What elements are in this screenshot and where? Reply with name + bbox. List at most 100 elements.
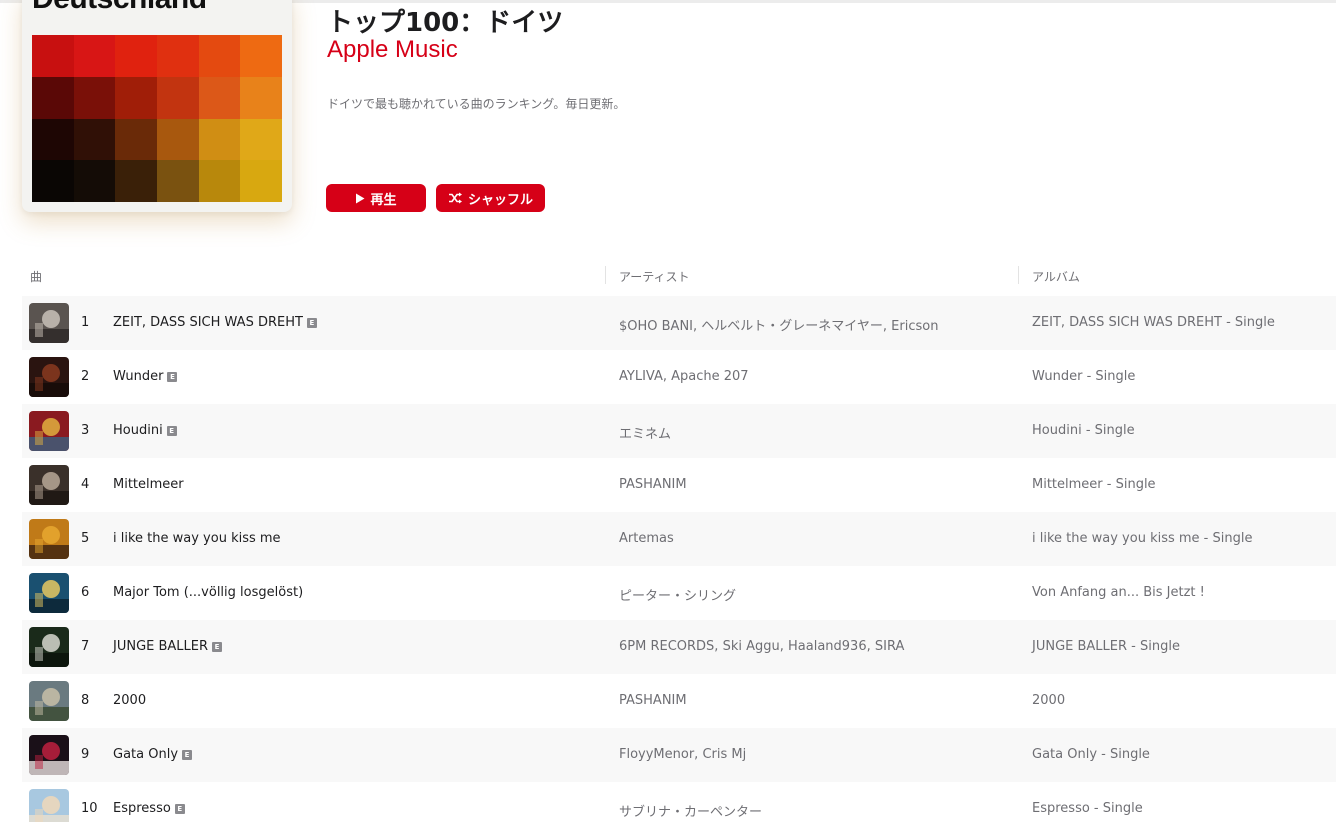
track-artist[interactable]: ピーター・シリング	[619, 585, 736, 604]
track-title[interactable]: Wunder	[113, 369, 163, 384]
column-divider	[605, 266, 606, 284]
artwork-tile	[73, 160, 116, 202]
track-artwork[interactable]	[29, 465, 69, 505]
track-title[interactable]: Espresso	[113, 801, 171, 816]
track-title-cell[interactable]: Major Tom (...völlig losgelöst)	[113, 585, 303, 600]
track-title-cell[interactable]: Espresso E	[113, 801, 185, 816]
artwork-tile	[32, 76, 74, 119]
table-row[interactable]: 1 ZEIT, DASS SICH WAS DREHT E $OHO BANI, ヘル…	[22, 296, 1336, 350]
artwork-tile	[32, 118, 74, 161]
track-title-cell[interactable]: 2000	[113, 693, 146, 708]
track-album[interactable]: Gata Only - Single	[1032, 747, 1150, 762]
track-title[interactable]: i like the way you kiss me	[113, 531, 281, 546]
track-title[interactable]: Mittelmeer	[113, 477, 184, 492]
track-artist[interactable]: $OHO BANI, ヘルベルト・グレーネマイヤー, Ericson	[619, 315, 938, 334]
shuffle-icon	[448, 192, 462, 204]
table-row[interactable]: 4 Mittelmeer PASHANIM Mittelmeer - Single	[22, 458, 1336, 512]
playlist-artwork[interactable]: Deutschland	[22, 0, 292, 212]
track-album[interactable]: Wunder - Single	[1032, 369, 1135, 384]
playlist-description: ドイツで最も聴かれている曲のランキング。毎日更新。	[327, 97, 626, 111]
track-artwork[interactable]	[29, 411, 69, 451]
track-title-cell[interactable]: JUNGE BALLER E	[113, 639, 223, 654]
track-album[interactable]: JUNGE BALLER - Single	[1032, 639, 1180, 654]
track-rank: 1	[81, 315, 90, 330]
explicit-badge-icon: E	[166, 425, 177, 436]
track-rank: 7	[81, 639, 90, 654]
track-rank: 10	[81, 801, 98, 816]
column-header-album[interactable]: アルバム	[1032, 268, 1080, 285]
track-table-header: 曲 アーティスト アルバム	[22, 262, 1336, 292]
track-title-cell[interactable]: ZEIT, DASS SICH WAS DREHT E	[113, 315, 317, 330]
track-album[interactable]: i like the way you kiss me - Single	[1032, 531, 1252, 546]
table-row[interactable]: 2 Wunder E AYLIVA, Apache 207 Wunder - Singl…	[22, 350, 1336, 404]
track-artist[interactable]: PASHANIM	[619, 477, 687, 492]
table-row[interactable]: 5 i like the way you kiss me Artemas i like…	[22, 512, 1336, 566]
track-album[interactable]: Von Anfang an... Bis Jetzt !	[1032, 585, 1205, 600]
track-title[interactable]: ZEIT, DASS SICH WAS DREHT	[113, 315, 303, 330]
track-title-cell[interactable]: Wunder E	[113, 369, 178, 384]
track-rank: 2	[81, 369, 90, 384]
artwork-tile	[240, 35, 282, 77]
track-album[interactable]: ZEIT, DASS SICH WAS DREHT - Single	[1032, 315, 1275, 330]
track-artist[interactable]: PASHANIM	[619, 693, 687, 708]
artwork-tile	[115, 118, 157, 161]
track-title[interactable]: 2000	[113, 693, 146, 708]
track-artwork[interactable]	[29, 681, 69, 721]
track-rank: 9	[81, 747, 90, 762]
column-header-song[interactable]: 曲	[30, 268, 42, 285]
explicit-badge-icon: E	[182, 749, 193, 760]
table-row[interactable]: 3 Houdini E エミネム Houdini - Single	[22, 404, 1336, 458]
artwork-tile	[73, 118, 116, 161]
track-title-cell[interactable]: Gata Only E	[113, 747, 193, 762]
column-header-artist[interactable]: アーティスト	[619, 268, 690, 285]
track-artwork[interactable]	[29, 573, 69, 613]
track-album[interactable]: 2000	[1032, 693, 1065, 708]
explicit-badge-icon: E	[174, 803, 185, 814]
explicit-badge-icon: E	[306, 317, 317, 328]
table-row[interactable]: 9 Gata Only E FloyyMenor, Cris Mj Gata Only …	[22, 728, 1336, 782]
track-title[interactable]: Major Tom (...völlig losgelöst)	[113, 585, 303, 600]
artwork-tile	[198, 118, 241, 161]
track-artwork[interactable]	[29, 627, 69, 667]
track-title-cell[interactable]: Houdini E	[113, 423, 177, 438]
artwork-tile	[157, 160, 199, 202]
track-title[interactable]: Gata Only	[113, 747, 178, 762]
artwork-tile	[115, 35, 157, 77]
track-title-cell[interactable]: Mittelmeer	[113, 477, 184, 492]
track-artwork[interactable]	[29, 303, 69, 343]
track-title[interactable]: Houdini	[113, 423, 163, 438]
explicit-badge-icon: E	[167, 371, 178, 382]
play-icon	[356, 193, 365, 203]
track-artist[interactable]: FloyyMenor, Cris Mj	[619, 747, 746, 762]
artwork-tile	[115, 160, 157, 202]
track-artist[interactable]: 6PM RECORDS, Ski Aggu, Haaland936, SIRA	[619, 639, 904, 654]
play-button[interactable]: 再生	[326, 184, 426, 212]
page-title: トップ100：ドイツ	[327, 8, 564, 38]
curator-link[interactable]: Apple Music	[327, 36, 458, 64]
track-album[interactable]: Mittelmeer - Single	[1032, 477, 1156, 492]
track-artist[interactable]: エミネム	[619, 423, 671, 442]
track-artwork[interactable]	[29, 735, 69, 775]
artwork-tile	[157, 118, 199, 161]
track-artwork[interactable]	[29, 357, 69, 397]
artwork-color-grid	[32, 35, 282, 202]
shuffle-button[interactable]: シャッフル	[436, 184, 545, 212]
track-artist[interactable]: サブリナ・カーペンター	[619, 801, 762, 820]
table-row[interactable]: 10 Espresso E サブリナ・カーペンター Espresso - Single	[22, 782, 1336, 822]
track-artwork[interactable]	[29, 789, 69, 822]
track-artist[interactable]: AYLIVA, Apache 207	[619, 369, 749, 384]
track-rank: 8	[81, 693, 90, 708]
table-row[interactable]: 7 JUNGE BALLER E 6PM RECORDS, Ski Aggu, Haa…	[22, 620, 1336, 674]
table-row[interactable]: 8 2000 PASHANIM 2000	[22, 674, 1336, 728]
track-title[interactable]: JUNGE BALLER	[113, 639, 208, 654]
artwork-tile	[198, 160, 241, 202]
track-rank: 5	[81, 531, 90, 546]
track-artist[interactable]: Artemas	[619, 531, 674, 546]
table-row[interactable]: 6 Major Tom (...völlig losgelöst) ピーター・シリン…	[22, 566, 1336, 620]
track-artwork[interactable]	[29, 519, 69, 559]
track-title-cell[interactable]: i like the way you kiss me	[113, 531, 281, 546]
track-album[interactable]: Houdini - Single	[1032, 423, 1135, 438]
artwork-tile	[240, 160, 282, 202]
artwork-tile	[157, 35, 199, 77]
track-album[interactable]: Espresso - Single	[1032, 801, 1143, 816]
